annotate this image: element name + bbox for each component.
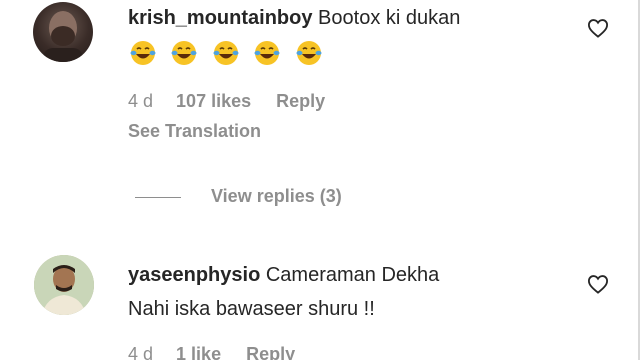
comment-likes[interactable]: 1 like: [176, 344, 221, 360]
comment-line: yaseenphysio Cameraman Dekha: [128, 262, 439, 288]
comments-panel: krish_mountainboy Bootox ki dukan 4 d 10…: [0, 0, 640, 360]
heart-outline-icon[interactable]: [587, 274, 609, 294]
reply-button[interactable]: Reply: [246, 344, 295, 360]
comment-meta: 4 d 1 like Reply: [128, 344, 295, 360]
comment-line: Nahi iska bawaseer shuru !!: [128, 296, 375, 322]
comment-item: yaseenphysio Cameraman Dekha Nahi iska b…: [0, 0, 636, 360]
comment-username[interactable]: yaseenphysio: [128, 264, 260, 286]
avatar[interactable]: [34, 255, 94, 315]
comment-text: Nahi iska bawaseer shuru !!: [128, 298, 375, 320]
comment-text: Cameraman Dekha: [265, 264, 440, 286]
comment-time[interactable]: 4 d: [128, 344, 153, 360]
